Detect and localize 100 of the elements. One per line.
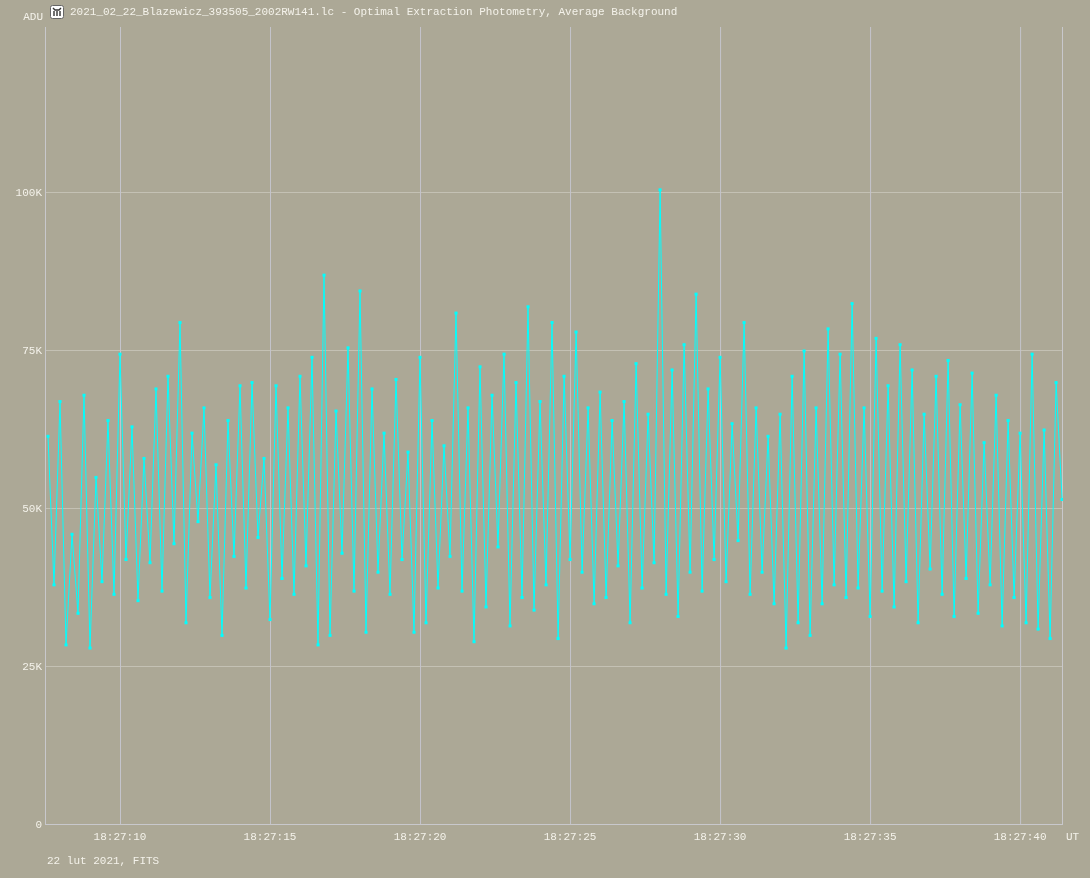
data-point (1042, 428, 1046, 432)
data-point (922, 412, 926, 416)
data-point (304, 564, 308, 568)
data-point (904, 580, 908, 584)
data-point (100, 580, 104, 584)
data-point (814, 406, 818, 410)
x-tick-label: 18:27:10 (93, 831, 147, 843)
data-point (280, 577, 284, 580)
data-point (268, 618, 272, 622)
data-point (82, 393, 86, 397)
data-point (976, 611, 980, 615)
data-point (766, 434, 770, 438)
x-tick-label: 18:27:35 (843, 831, 897, 843)
data-point (1036, 627, 1040, 631)
data-point (778, 412, 782, 416)
data-point (460, 589, 464, 593)
data-point (160, 589, 164, 593)
data-point (730, 422, 734, 426)
data-point (934, 374, 938, 378)
x-tick-label: 18:27:40 (993, 831, 1047, 843)
data-point (262, 456, 266, 460)
data-point (136, 599, 140, 603)
data-point (250, 381, 254, 385)
data-point (700, 589, 704, 593)
data-point (484, 605, 488, 609)
data-point (142, 456, 146, 460)
data-point (652, 561, 656, 565)
data-point (532, 608, 536, 612)
data-point (382, 431, 386, 435)
data-point (202, 406, 206, 410)
data-point (1048, 637, 1052, 641)
data-point (826, 327, 830, 331)
data-point (820, 602, 824, 606)
data-point (436, 586, 440, 590)
y-tick-label: 75K (22, 345, 42, 357)
data-point (424, 621, 428, 625)
data-point (682, 343, 686, 347)
y-tick-label: 25K (22, 661, 42, 673)
data-point (1054, 381, 1058, 385)
data-point (64, 643, 68, 647)
data-point (376, 570, 380, 574)
data-point (802, 349, 806, 353)
data-point (640, 586, 644, 590)
data-point (1024, 621, 1028, 625)
data-point (370, 387, 374, 391)
data-point (568, 558, 572, 562)
data-point (610, 419, 614, 422)
data-point (466, 406, 470, 410)
y-axis-unit: ADU (22, 11, 44, 23)
data-point (340, 551, 344, 555)
data-point (88, 646, 92, 650)
data-point (646, 412, 650, 416)
data-point (442, 444, 446, 448)
data-point (1000, 624, 1004, 628)
data-point (856, 586, 860, 590)
data-point (274, 384, 278, 388)
data-point (874, 336, 878, 340)
data-point (622, 400, 626, 404)
data-point (868, 614, 872, 618)
data-point (676, 614, 680, 618)
data-point (238, 384, 242, 388)
data-point (226, 419, 230, 422)
y-tick-label: 50K (22, 503, 42, 515)
data-point (796, 621, 800, 625)
data-point (76, 611, 80, 615)
data-point (760, 570, 764, 574)
x-tick-label: 18:27:20 (393, 831, 447, 843)
data-point (70, 532, 74, 536)
data-point (208, 596, 212, 599)
data-point (964, 577, 968, 580)
data-point (394, 377, 398, 381)
data-point (406, 450, 410, 454)
data-point (496, 545, 500, 549)
data-point (754, 406, 758, 410)
date-source-label: 22 lut 2021, FITS (47, 855, 160, 867)
data-point (172, 542, 176, 546)
data-point (184, 621, 188, 625)
data-point (196, 520, 200, 524)
data-point (634, 362, 638, 366)
data-point (994, 393, 998, 397)
data-point (46, 434, 50, 438)
data-point (712, 558, 716, 562)
data-point (598, 390, 602, 394)
data-point (346, 346, 350, 350)
data-point (928, 567, 932, 571)
data-point (106, 419, 110, 422)
data-point (256, 535, 260, 539)
data-point (574, 330, 578, 334)
data-point (880, 589, 884, 593)
data-point (58, 400, 62, 404)
data-point (292, 592, 296, 596)
data-point (916, 621, 920, 625)
data-point (298, 374, 302, 378)
data-point (232, 554, 236, 558)
data-point (952, 614, 956, 618)
data-point (898, 343, 902, 347)
data-point (418, 355, 422, 359)
data-point (1030, 352, 1034, 356)
data-point (490, 393, 494, 397)
data-point (190, 431, 194, 435)
